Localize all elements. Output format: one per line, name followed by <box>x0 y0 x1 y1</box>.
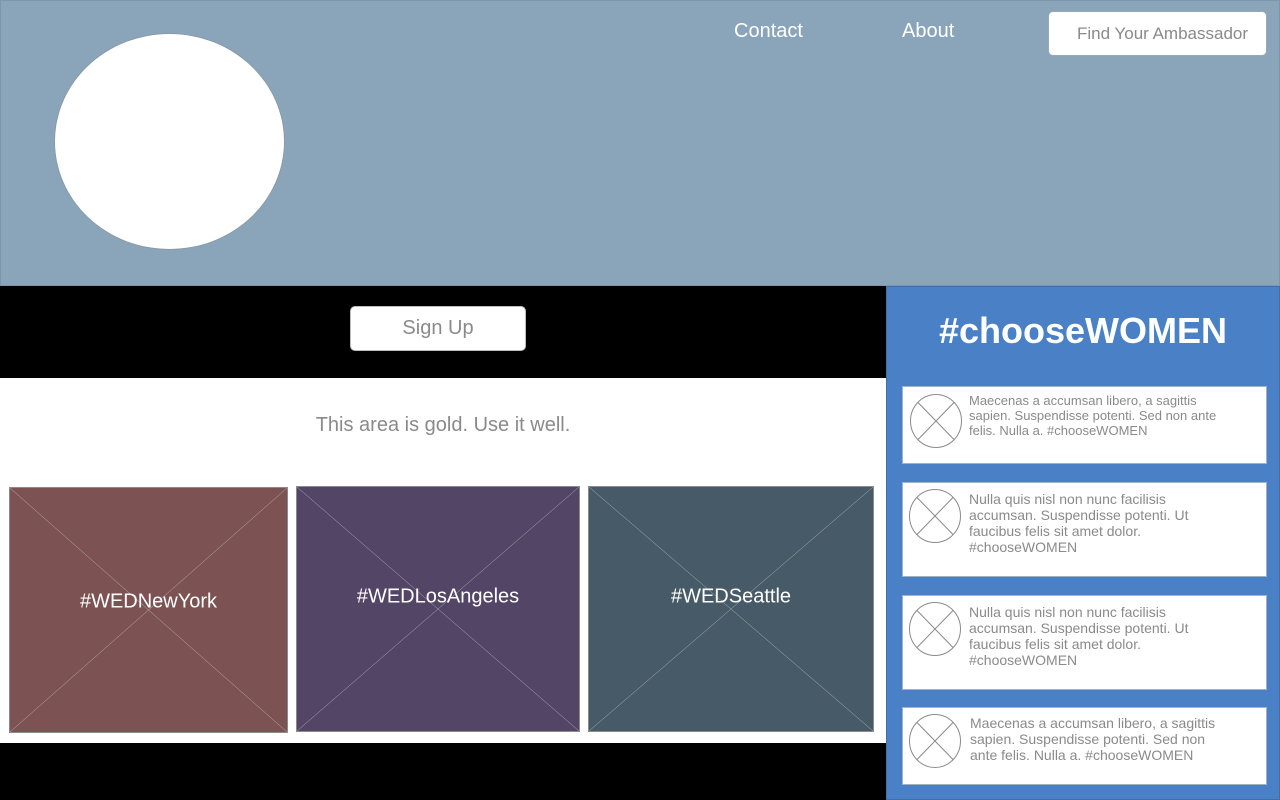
image-placeholder-icon <box>589 487 873 731</box>
tile-seattle[interactable]: #WEDSeattle <box>588 486 874 732</box>
tile-label: #WEDLosAngeles <box>356 585 520 608</box>
avatar-placeholder-icon <box>910 394 962 448</box>
logo-placeholder[interactable] <box>54 33 285 250</box>
avatar-placeholder-icon <box>909 714 961 768</box>
feed-card-text: Maecenas a accumsan libero, a sagittis s… <box>969 393 1217 438</box>
tile-label: #WEDNewYork <box>79 590 218 613</box>
feed-card[interactable]: Maecenas a accumsan libero, a sagittis s… <box>902 707 1267 785</box>
feed-card[interactable]: Maecenas a accumsan libero, a sagittis s… <box>902 386 1267 464</box>
footer-band <box>0 743 886 800</box>
nav-link-about[interactable]: About <box>902 20 954 43</box>
tile-new-york[interactable]: #WEDNewYork <box>9 487 288 733</box>
feed-card[interactable]: Nulla quis nisl non nunc facilisis accum… <box>902 595 1267 690</box>
feed-card-text: Maecenas a accumsan libero, a sagittis s… <box>970 715 1216 763</box>
feed-card[interactable]: Nulla quis nisl non nunc facilisis accum… <box>902 482 1267 577</box>
tagline-text: This area is gold. Use it well. <box>315 414 571 436</box>
sidebar-title: #chooseWOMEN <box>938 310 1228 351</box>
tile-los-angeles[interactable]: #WEDLosAngeles <box>296 486 580 732</box>
feed-card-text: Nulla quis nisl non nunc facilisis accum… <box>969 604 1189 668</box>
avatar-placeholder-icon <box>909 602 961 656</box>
nav-link-contact[interactable]: Contact <box>734 20 803 43</box>
image-placeholder-icon <box>297 487 579 731</box>
find-ambassador-button[interactable]: Find Your Ambassador <box>1048 11 1267 56</box>
tile-label: #WEDSeattle <box>670 585 792 608</box>
avatar-placeholder-icon <box>909 489 961 543</box>
signup-button[interactable]: Sign Up <box>350 306 526 351</box>
feed-card-text: Nulla quis nisl non nunc facilisis accum… <box>969 491 1189 555</box>
